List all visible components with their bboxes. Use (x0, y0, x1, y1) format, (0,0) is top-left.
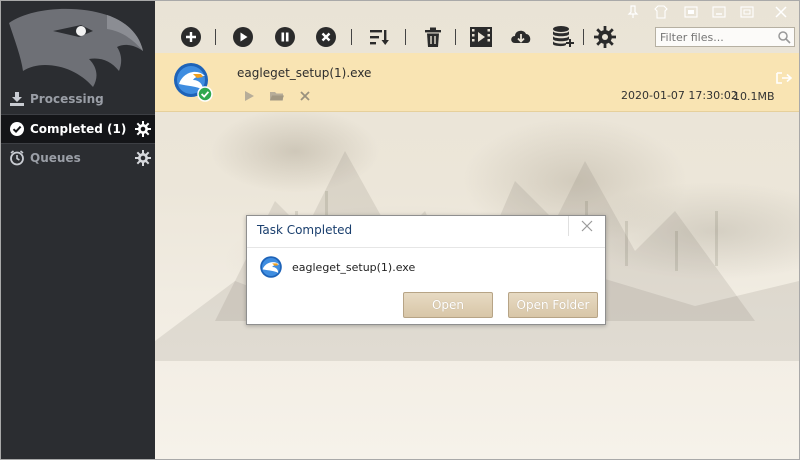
task-completed-dialog: Task Completed eagleget_setup(1).exe Ope… (246, 215, 606, 325)
settings-button[interactable] (593, 25, 617, 49)
open-button[interactable]: Open (403, 292, 493, 318)
trash-icon (425, 27, 441, 47)
pause-icon (275, 27, 295, 47)
eagleget-app-icon (174, 63, 213, 102)
download-filename: eagleget_setup(1).exe (237, 66, 372, 80)
gear-icon (594, 26, 616, 48)
sidebar-item-processing[interactable]: Processing (1, 85, 155, 113)
completed-settings-gear-icon[interactable] (135, 121, 151, 137)
toolbar-separator (405, 29, 406, 45)
download-datetime: 2020-01-07 17:30:02 (621, 89, 738, 102)
clock-icon (9, 150, 25, 166)
dialog-divider (247, 247, 605, 248)
sort-button[interactable] (367, 25, 391, 49)
add-task-button[interactable] (179, 25, 203, 49)
check-circle-icon (9, 121, 25, 137)
download-row-actions (243, 90, 311, 102)
dialog-close-button[interactable] (568, 216, 605, 236)
dialog-title: Task Completed (257, 223, 353, 237)
search-icon[interactable] (777, 30, 791, 44)
database-add-button[interactable] (551, 25, 575, 49)
cloud-download-icon (511, 30, 531, 43)
close-icon[interactable] (773, 5, 789, 19)
success-check-icon (197, 86, 213, 102)
video-icon (470, 27, 492, 47)
app-window: Processing Completed (1) Queues Filter f… (0, 0, 800, 460)
open-arrow-icon[interactable] (775, 71, 793, 85)
delete-button[interactable] (421, 25, 445, 49)
minimize-icon[interactable] (711, 5, 727, 19)
play-icon (233, 27, 253, 47)
play-icon[interactable] (243, 90, 255, 102)
start-button[interactable] (231, 25, 255, 49)
sidebar-item-label: Processing (30, 92, 104, 106)
mini-mode-icon[interactable] (683, 5, 699, 19)
toolbar-separator (351, 29, 352, 45)
download-size: 10.1MB (733, 90, 775, 103)
skin-icon[interactable] (653, 5, 669, 19)
close-icon (581, 220, 593, 232)
sidebar: Processing Completed (1) Queues (1, 1, 155, 459)
database-add-icon (553, 26, 574, 47)
download-tray-icon (9, 91, 25, 107)
stop-icon (316, 27, 336, 47)
toolbar-separator (583, 29, 584, 45)
queues-settings-gear-icon[interactable] (135, 150, 151, 166)
sidebar-item-label: Completed (1) (30, 122, 127, 136)
pause-button[interactable] (273, 25, 297, 49)
remove-icon[interactable] (299, 90, 311, 102)
open-folder-button[interactable]: Open Folder (508, 292, 598, 318)
sidebar-item-queues[interactable]: Queues (1, 144, 155, 172)
eagle-logo-icon (9, 8, 143, 87)
cloud-download-button[interactable] (509, 25, 533, 49)
sidebar-item-label: Queues (30, 151, 81, 165)
stop-button[interactable] (314, 25, 338, 49)
maximize-icon[interactable] (739, 5, 755, 19)
open-folder-icon[interactable] (269, 90, 285, 102)
video-sniffer-button[interactable] (469, 25, 493, 49)
eagleget-file-icon (260, 256, 282, 278)
filter-files-input[interactable] (655, 27, 795, 47)
add-icon (181, 27, 201, 47)
sidebar-item-completed[interactable]: Completed (1) (1, 114, 155, 144)
download-row[interactable]: eagleget_setup(1).exe 2020-01-07 17:30:0… (155, 53, 799, 112)
toolbar-separator (455, 29, 456, 45)
toolbar-separator (215, 29, 216, 45)
dialog-filename: eagleget_setup(1).exe (292, 261, 416, 274)
sort-icon (370, 30, 389, 45)
pin-icon[interactable] (625, 5, 641, 19)
toolbar (155, 1, 799, 53)
